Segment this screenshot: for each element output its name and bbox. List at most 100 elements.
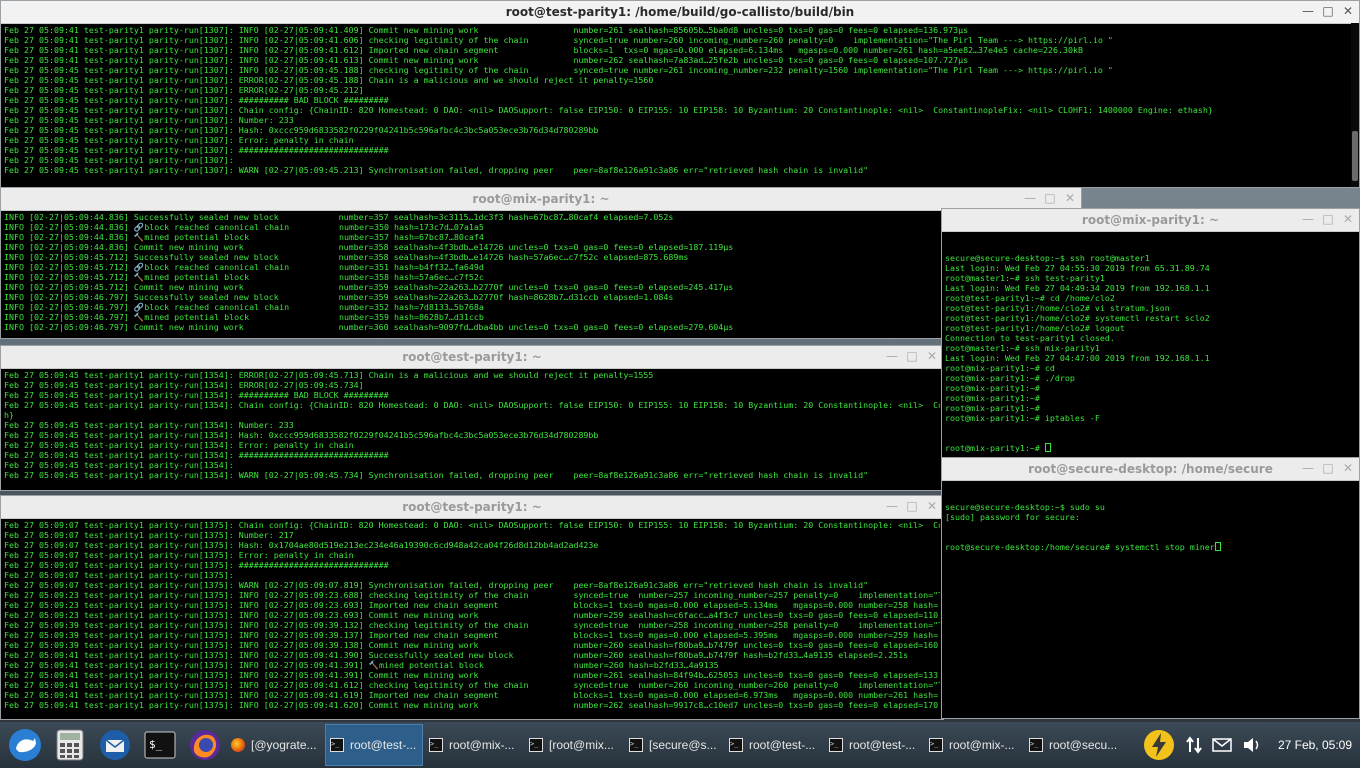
maximize-icon[interactable]: □: [905, 499, 919, 513]
terminal-output[interactable]: secure@secure-desktop:~$ sudo su [sudo] p…: [942, 481, 1359, 573]
task-label: root@secu...: [1049, 738, 1118, 752]
maximize-icon[interactable]: □: [905, 349, 919, 363]
terminal-line: Feb 27 05:09:23 test-parity1 parity-run[…: [4, 610, 940, 620]
terminal-window-secure-desktop[interactable]: root@secure-desktop: /home/secure — □ ✕ …: [941, 457, 1360, 719]
maximize-icon[interactable]: □: [1043, 191, 1057, 205]
terminal-line: INFO [02-27|05:09:45.712] Commit new min…: [4, 282, 734, 292]
taskbar-task-button[interactable]: >_ [root@mix...: [525, 724, 623, 766]
minimize-icon[interactable]: —: [1301, 461, 1315, 475]
terminal-line: INFO [02-27|05:09:44.836] 🔨mined potenti…: [4, 232, 484, 242]
terminal-line: Feb 27 05:09:41 test-parity1 parity-run[…: [4, 35, 1113, 45]
taskbar-task-button[interactable]: >_ root@test-...: [825, 724, 923, 766]
terminal-line: Feb 27 05:09:45 test-parity1 parity-run[…: [4, 135, 354, 145]
title-bar[interactable]: root@mix-parity1: ~ — □ ✕: [942, 209, 1359, 232]
power-manager-icon[interactable]: [1142, 728, 1176, 762]
task-label: root@test-...: [350, 738, 417, 752]
text-cursor: [1044, 443, 1051, 452]
taskbar-task-button[interactable]: >_ [secure@s...: [625, 724, 723, 766]
taskbar-task-button[interactable]: >_ root@test-...: [725, 724, 823, 766]
terminal-line: Connection to test-parity1 closed.: [945, 333, 1115, 343]
terminal-line: Last login: Wed Feb 27 04:49:34 2019 fro…: [945, 283, 1210, 293]
title-bar[interactable]: root@test-parity1: ~ — □ ✕: [1, 496, 943, 519]
firefox-launcher[interactable]: [185, 725, 225, 765]
firefox-icon: [231, 738, 245, 752]
terminal-output[interactable]: secure@secure-desktop:~$ ssh root@master…: [942, 232, 1359, 457]
title-bar[interactable]: root@mix-parity1: ~ — □ ✕: [1, 188, 1081, 211]
taskbar-task-button[interactable]: >_ root@secu...: [1025, 724, 1123, 766]
terminal-window-mix-parity1-log[interactable]: root@mix-parity1: ~ — □ ✕ INFO [02-27|05…: [0, 187, 1082, 339]
close-icon[interactable]: ✕: [1341, 461, 1355, 475]
terminal-line: Feb 27 05:09:45 test-parity1 parity-run[…: [4, 450, 389, 460]
close-icon[interactable]: ✕: [925, 349, 939, 363]
task-label: [root@mix...: [549, 738, 614, 752]
title-bar[interactable]: root@test-parity1: ~ — □ ✕: [1, 346, 943, 369]
taskbar-task-button[interactable]: >_ root@mix-...: [925, 724, 1023, 766]
taskbar-task-button[interactable]: >_ root@mix-...: [425, 724, 523, 766]
terminal-window-test-parity1-1354[interactable]: root@test-parity1: ~ — □ ✕ Feb 27 05:09:…: [0, 345, 944, 491]
terminal-line: root@master1:~# ssh test-parity1: [945, 273, 1105, 283]
mail-icon[interactable]: [1212, 738, 1232, 752]
terminal-line: Last login: Wed Feb 27 04:55:30 2019 fro…: [945, 263, 1210, 273]
terminal-launcher[interactable]: $_: [140, 725, 180, 765]
terminal-line: Feb 27 05:09:45 test-parity1 parity-run[…: [4, 380, 364, 390]
whisker-menu-button[interactable]: [5, 725, 45, 765]
taskbar-task-button[interactable]: >_ root@test-...: [325, 724, 423, 766]
terminal-line: Feb 27 05:09:39 test-parity1 parity-run[…: [4, 640, 940, 650]
terminal-line: root@mix-parity1:~#: [945, 383, 1040, 393]
shell-prompt: root@secure-desktop:/home/secure# system…: [945, 542, 1215, 552]
minimize-icon[interactable]: —: [885, 499, 899, 513]
close-icon[interactable]: ✕: [1341, 212, 1355, 226]
minimize-icon[interactable]: —: [1301, 4, 1315, 18]
maximize-icon[interactable]: □: [1321, 4, 1335, 18]
terminal-window-test-parity1-1375[interactable]: root@test-parity1: ~ — □ ✕ Feb 27 05:09:…: [0, 495, 944, 720]
terminal-line: root@mix-parity1:~#: [945, 403, 1040, 413]
terminal-icon: >_: [429, 738, 443, 752]
terminal-window-test-parity1-bin[interactable]: root@test-parity1: /home/build/go-callis…: [0, 0, 1360, 188]
terminal-line: INFO [02-27|05:09:46.797] Commit new min…: [4, 322, 734, 332]
window-title: root@test-parity1: /home/build/go-callis…: [505, 5, 855, 19]
window-title: root@test-parity1: ~: [402, 350, 542, 364]
terminal-line: Last login: Wed Feb 27 04:47:00 2019 fro…: [945, 353, 1210, 363]
calculator-launcher[interactable]: [50, 725, 90, 765]
terminal-line: Feb 27 05:09:45 test-parity1 parity-run[…: [4, 370, 654, 380]
system-tray: 27 Feb, 05:09: [1142, 728, 1360, 762]
window-title: root@secure-desktop: /home/secure: [1028, 462, 1273, 476]
title-bar[interactable]: root@secure-desktop: /home/secure — □ ✕: [942, 458, 1359, 481]
clock[interactable]: 27 Feb, 05:09: [1278, 738, 1352, 752]
terminal-line: root@mix-parity1:~# ./drop: [945, 373, 1075, 383]
terminal-line: Feb 27 05:09:45 test-parity1 parity-run[…: [4, 115, 294, 125]
thunderbird-icon: [100, 730, 130, 760]
scrollbar[interactable]: [1351, 23, 1359, 187]
title-bar[interactable]: root@test-parity1: /home/build/go-callis…: [1, 1, 1359, 24]
terminal-line: root@test-parity1:~# cd /home/clo2: [945, 293, 1115, 303]
terminal-output[interactable]: Feb 27 05:09:45 test-parity1 parity-run[…: [1, 369, 943, 481]
terminal-line: Feb 27 05:09:45 test-parity1 parity-run[…: [4, 165, 869, 175]
thunderbird-launcher[interactable]: [95, 725, 135, 765]
scrollbar-thumb[interactable]: [1352, 131, 1358, 181]
network-arrows-icon[interactable]: [1186, 736, 1202, 754]
terminal-window-mix-parity1-shell[interactable]: root@mix-parity1: ~ — □ ✕ secure@secure-…: [941, 208, 1360, 458]
terminal-line: Feb 27 05:09:45 test-parity1 parity-run[…: [4, 105, 1213, 115]
terminal-line: h}: [4, 410, 14, 420]
terminal-line: Feb 27 05:09:45 test-parity1 parity-run[…: [4, 420, 294, 430]
close-icon[interactable]: ✕: [1341, 4, 1355, 18]
maximize-icon[interactable]: □: [1321, 212, 1335, 226]
terminal-line: Feb 27 05:09:45 test-parity1 parity-run[…: [4, 145, 389, 155]
terminal-line: root@test-parity1:/home/clo2# logout: [945, 323, 1125, 333]
terminal-icon: >_: [629, 738, 643, 752]
minimize-icon[interactable]: —: [885, 349, 899, 363]
close-icon[interactable]: ✕: [925, 499, 939, 513]
minimize-icon[interactable]: —: [1301, 212, 1315, 226]
terminal-line: Feb 27 05:09:45 test-parity1 parity-run[…: [4, 430, 599, 440]
terminal-icon: >_: [529, 738, 543, 752]
terminal-output[interactable]: Feb 27 05:09:07 test-parity1 parity-run[…: [1, 519, 943, 711]
close-icon[interactable]: ✕: [1063, 191, 1077, 205]
volume-icon[interactable]: [1242, 737, 1262, 753]
terminal-output[interactable]: INFO [02-27|05:09:44.836] Successfully s…: [1, 211, 1081, 333]
taskbar-task-button[interactable]: [@yograte...: [227, 724, 323, 766]
minimize-icon[interactable]: —: [1023, 191, 1037, 205]
terminal-line: Feb 27 05:09:45 test-parity1 parity-run[…: [4, 125, 599, 135]
terminal-output[interactable]: Feb 27 05:09:41 test-parity1 parity-run[…: [1, 24, 1359, 176]
terminal-line: INFO [02-27|05:09:46.797] Successfully s…: [4, 292, 674, 302]
maximize-icon[interactable]: □: [1321, 461, 1335, 475]
